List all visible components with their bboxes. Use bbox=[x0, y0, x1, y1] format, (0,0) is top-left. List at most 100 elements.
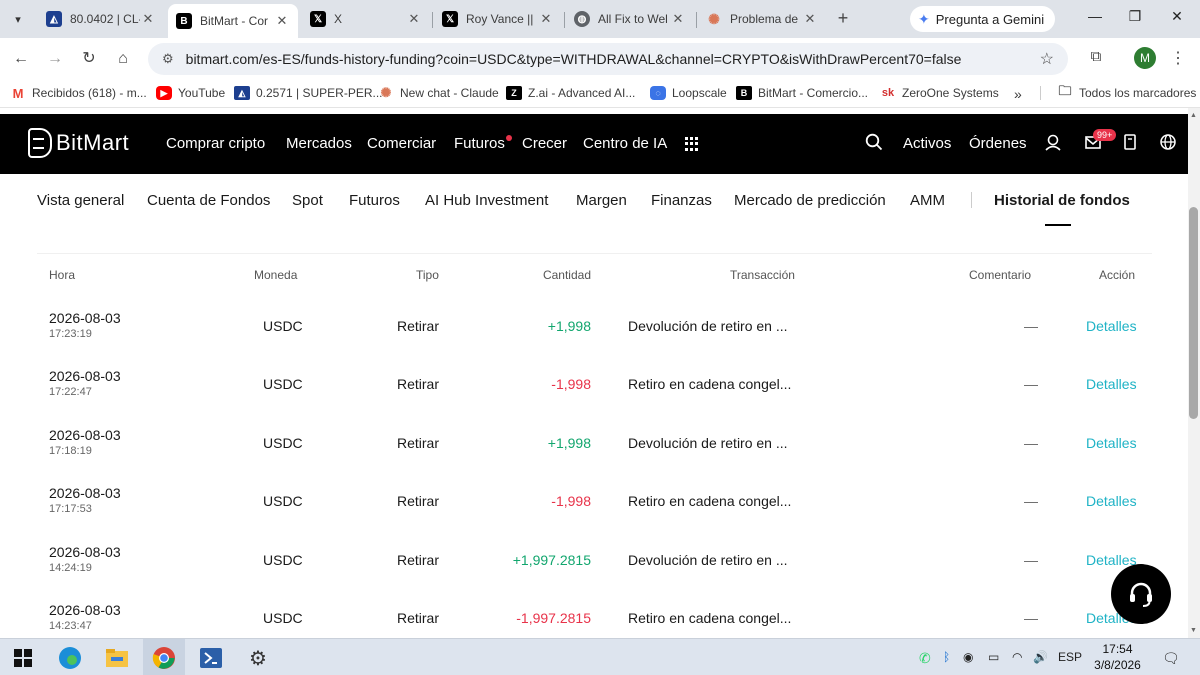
subnav-funds-history[interactable]: Historial de fondos bbox=[994, 192, 1130, 209]
subnav-finance[interactable]: Finanzas bbox=[651, 192, 712, 209]
bookmark-item[interactable]: M Recibidos (618) - m... bbox=[10, 85, 147, 101]
details-link[interactable]: Detalles bbox=[1086, 376, 1137, 392]
header-transaction: Transacción bbox=[730, 268, 795, 282]
support-chat-button[interactable] bbox=[1111, 564, 1171, 624]
subnav-funding-account[interactable]: Cuenta de Fondos bbox=[147, 192, 270, 209]
subnav-prediction-market[interactable]: Mercado de predicción bbox=[734, 192, 886, 209]
scrollbar-thumb[interactable] bbox=[1189, 207, 1198, 419]
bitmart-icon: B bbox=[736, 86, 752, 100]
user-icon[interactable] bbox=[1043, 133, 1063, 153]
close-icon[interactable]: ✕ bbox=[802, 11, 818, 27]
browser-tab-4[interactable]: ◍ All Fix to Wel ✕ bbox=[566, 4, 694, 34]
back-icon[interactable]: ← bbox=[10, 48, 32, 70]
reload-icon[interactable]: ↻ bbox=[78, 48, 100, 70]
bitmart-logo[interactable]: BitMart bbox=[28, 128, 129, 158]
scroll-down-icon[interactable]: ▼ bbox=[1190, 627, 1197, 634]
row-amount: -1,997.2815 bbox=[516, 610, 591, 626]
subnav-margin[interactable]: Margen bbox=[576, 192, 627, 209]
nav-buy-crypto[interactable]: Comprar cripto bbox=[166, 135, 265, 152]
bookmark-star-icon[interactable]: ☆ bbox=[1040, 49, 1054, 69]
search-icon[interactable] bbox=[864, 133, 884, 153]
powershell-icon[interactable] bbox=[198, 645, 224, 671]
profile-avatar[interactable]: M bbox=[1134, 47, 1156, 69]
row-transaction: Retiro en cadena congel... bbox=[628, 610, 792, 626]
all-bookmarks-button[interactable]: 🗀 Todos los marcadores bbox=[1040, 83, 1197, 100]
close-icon[interactable]: ✕ bbox=[670, 11, 686, 27]
bookmark-item[interactable]: ◌ Loopscale bbox=[650, 86, 727, 100]
browser-tab-3[interactable]: 𝕏 Roy Vance || ✕ bbox=[434, 4, 562, 34]
bookmark-label: Z.ai - Advanced AI... bbox=[528, 86, 636, 100]
volume-icon[interactable]: 🔊 bbox=[1033, 650, 1048, 664]
scroll-up-icon[interactable]: ▲ bbox=[1190, 112, 1197, 119]
header-comment: Comentario bbox=[969, 268, 1032, 282]
menu-icon[interactable]: ⋮ bbox=[1168, 48, 1188, 68]
new-tab-button[interactable]: + bbox=[832, 8, 854, 30]
tab-title: 80.0402 | CL- bbox=[70, 12, 140, 26]
bookmark-item[interactable]: ▶ YouTube bbox=[156, 86, 225, 100]
system-clock[interactable]: 17:54 3/8/2026 bbox=[1090, 641, 1145, 673]
all-bookmarks-label: Todos los marcadores bbox=[1079, 86, 1197, 100]
nav-futures[interactable]: Futuros bbox=[454, 135, 505, 152]
battery-icon[interactable]: ▭ bbox=[988, 650, 999, 664]
bluetooth-icon[interactable]: ᛒ bbox=[943, 650, 950, 664]
close-icon[interactable]: ✕ bbox=[274, 13, 290, 29]
file-explorer-icon[interactable] bbox=[104, 645, 130, 671]
restore-icon[interactable]: ❐ bbox=[1120, 8, 1150, 25]
settings-gear-icon[interactable]: ⚙ bbox=[245, 645, 271, 671]
subnav-ai-hub[interactable]: AI Hub Investment bbox=[425, 192, 548, 209]
whatsapp-icon[interactable]: ✆ bbox=[919, 650, 931, 667]
bookmark-item[interactable]: Z Z.ai - Advanced AI... bbox=[506, 86, 635, 100]
close-icon[interactable]: ✕ bbox=[538, 11, 554, 27]
bitmart-icon: B bbox=[176, 13, 192, 29]
tab-title: All Fix to Wel bbox=[598, 12, 668, 26]
nav-orders[interactable]: Órdenes bbox=[969, 135, 1027, 152]
apps-grid-icon[interactable] bbox=[685, 137, 699, 151]
details-link[interactable]: Detalles bbox=[1086, 318, 1137, 334]
nav-trade[interactable]: Comerciar bbox=[367, 135, 436, 152]
subnav-spot[interactable]: Spot bbox=[292, 192, 323, 209]
gmail-icon: M bbox=[12, 85, 24, 101]
subnav-overview[interactable]: Vista general bbox=[37, 192, 124, 209]
details-link[interactable]: Detalles bbox=[1086, 493, 1137, 509]
extensions-icon[interactable]: ⧉ bbox=[1086, 48, 1106, 68]
forward-icon[interactable]: → bbox=[44, 48, 66, 70]
bookmark-item[interactable]: ✺ New chat - Claude bbox=[378, 85, 499, 100]
nav-ai-center[interactable]: Centro de IA bbox=[583, 135, 667, 152]
edge-icon[interactable] bbox=[57, 645, 83, 671]
bookmarks-overflow-button[interactable]: » bbox=[1014, 86, 1022, 102]
chrome-icon[interactable] bbox=[151, 645, 177, 671]
bookmark-item[interactable]: B BitMart - Comercio... bbox=[736, 86, 868, 100]
subnav-futures[interactable]: Futuros bbox=[349, 192, 400, 209]
subnav-divider bbox=[971, 192, 972, 208]
bookmark-item[interactable]: sk ZeroOne Systems bbox=[880, 86, 999, 100]
input-language[interactable]: ESP bbox=[1058, 650, 1082, 664]
tab-search-button[interactable]: ▾ bbox=[6, 7, 30, 31]
row-transaction: Retiro en cadena congel... bbox=[628, 376, 792, 392]
site-info-icon[interactable]: ⚙ bbox=[162, 51, 174, 67]
browser-tab-5[interactable]: ✺ Problema de ✕ bbox=[698, 4, 826, 34]
address-bar[interactable]: ⚙ bitmart.com/es-ES/funds-history-fundin… bbox=[148, 43, 1068, 75]
browser-tab-0[interactable]: ◭ 80.0402 | CL- ✕ bbox=[38, 4, 164, 34]
app-tray-icon[interactable]: ◉ bbox=[963, 650, 973, 664]
close-icon[interactable]: ✕ bbox=[140, 11, 156, 27]
nav-grow[interactable]: Crecer bbox=[522, 135, 567, 152]
home-icon[interactable]: ⌂ bbox=[112, 48, 134, 70]
bookmark-item[interactable]: ◭ 0.2571 | SUPER-PER... bbox=[234, 86, 383, 100]
download-app-icon[interactable] bbox=[1120, 133, 1140, 153]
minimize-icon[interactable]: — bbox=[1080, 8, 1110, 24]
row-type: Retirar bbox=[397, 552, 440, 568]
wifi-icon[interactable]: ◠ bbox=[1012, 650, 1022, 664]
browser-tab-1-active[interactable]: B BitMart - Cor ✕ bbox=[168, 4, 298, 38]
browser-tab-2[interactable]: 𝕏 X ✕ bbox=[302, 4, 430, 34]
subnav-amm[interactable]: AMM bbox=[910, 192, 945, 209]
close-window-icon[interactable]: ✕ bbox=[1162, 8, 1192, 25]
windows-start-icon[interactable] bbox=[10, 645, 36, 671]
nav-assets[interactable]: Activos bbox=[903, 135, 951, 152]
details-link[interactable]: Detalles bbox=[1086, 435, 1137, 451]
notifications-icon[interactable]: 🗨 bbox=[1162, 650, 1180, 667]
globe-icon[interactable] bbox=[1158, 133, 1178, 153]
gemini-button[interactable]: ✦ Pregunta a Gemini bbox=[910, 6, 1055, 32]
tab-title: Roy Vance || bbox=[466, 12, 534, 26]
close-icon[interactable]: ✕ bbox=[406, 11, 422, 27]
nav-markets[interactable]: Mercados bbox=[286, 135, 352, 152]
